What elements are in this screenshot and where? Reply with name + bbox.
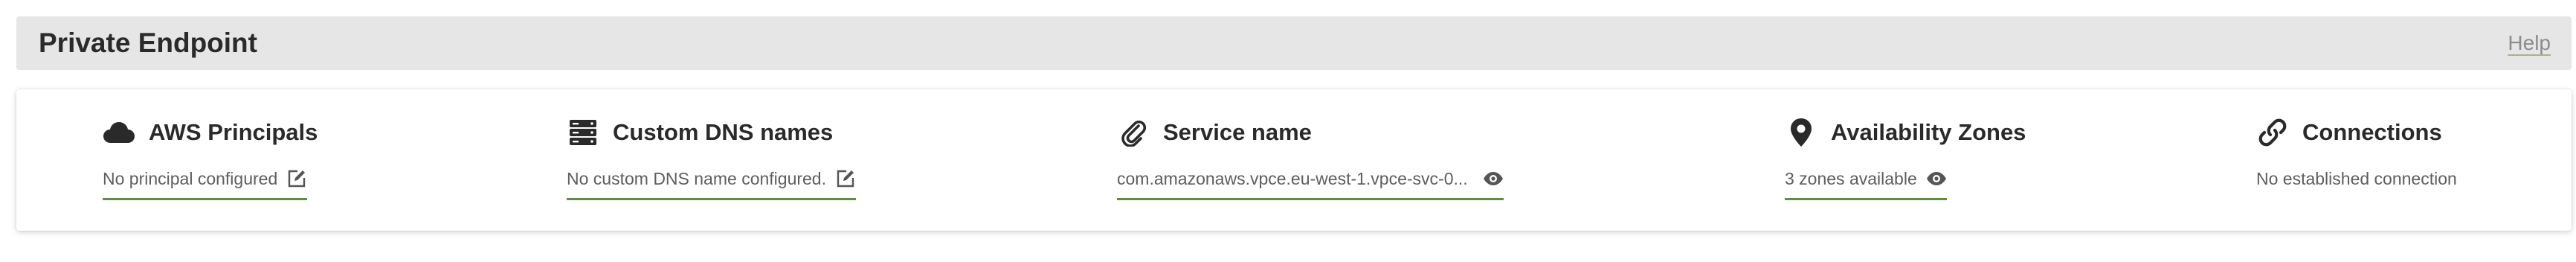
- aws-principals-value[interactable]: No principal configured: [103, 164, 308, 200]
- service-name-value[interactable]: com.amazonaws.vpce.eu-west-1.vpce-svc-0.…: [1117, 164, 1504, 200]
- custom-dns-value-text: No custom DNS name configured.: [567, 168, 826, 188]
- availability-zones-section: Availability Zones 3 zones available: [1785, 116, 2026, 200]
- availability-zones-value[interactable]: 3 zones available: [1785, 164, 1947, 200]
- service-name-title: Service name: [1163, 119, 1312, 145]
- paperclip-icon: [1117, 116, 1150, 149]
- edit-icon[interactable]: [286, 168, 307, 189]
- private-endpoint-card: AWS Principals No principal configured C…: [16, 89, 2572, 231]
- server-icon: [567, 116, 599, 149]
- help-link[interactable]: Help: [2508, 16, 2551, 70]
- edit-icon[interactable]: [835, 168, 856, 189]
- availability-zones-value-text: 3 zones available: [1785, 168, 1917, 188]
- service-name-section: Service name com.amazonaws.vpce.eu-west-…: [1117, 116, 1504, 200]
- connections-section: Connections No established connection: [2256, 116, 2457, 198]
- custom-dns-value[interactable]: No custom DNS name configured.: [567, 164, 856, 200]
- eye-icon[interactable]: [1483, 168, 1504, 189]
- availability-zones-title: Availability Zones: [1831, 119, 2026, 145]
- custom-dns-section: Custom DNS names No custom DNS name conf…: [567, 116, 856, 200]
- connections-value-text: No established connection: [2256, 168, 2457, 188]
- connections-title: Connections: [2302, 119, 2442, 145]
- section-header: Private Endpoint Help: [16, 16, 2572, 70]
- connections-value: No established connection: [2256, 164, 2457, 198]
- cloud-icon: [103, 116, 135, 149]
- map-pin-icon: [1785, 116, 1817, 149]
- aws-principals-title: AWS Principals: [149, 119, 318, 145]
- service-name-value-text: com.amazonaws.vpce.eu-west-1.vpce-svc-0.…: [1117, 168, 1468, 188]
- custom-dns-title: Custom DNS names: [613, 119, 834, 145]
- aws-principals-value-text: No principal configured: [103, 168, 278, 188]
- page-title: Private Endpoint: [39, 28, 257, 58]
- link-icon: [2256, 116, 2289, 149]
- eye-icon[interactable]: [1926, 168, 1947, 189]
- aws-principals-section: AWS Principals No principal configured: [103, 116, 318, 200]
